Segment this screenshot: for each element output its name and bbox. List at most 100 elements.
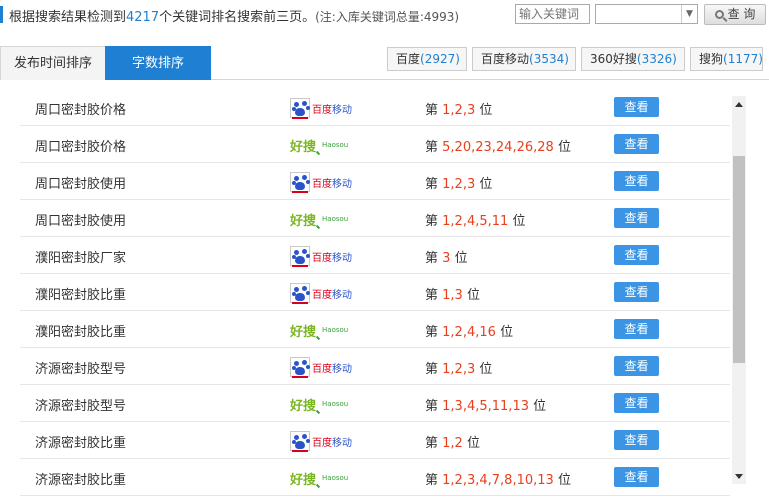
keyword-search-input[interactable] (515, 4, 590, 24)
rank-prefix: 第 (425, 473, 439, 488)
keyword-text: 济源密封胶比重 (35, 473, 127, 488)
ranking-list-inner: 周口密封胶价格 百度移动第 1,2,3 位查看 周口密封胶价格好搜 Haosou 第 5… (0, 89, 730, 496)
rank-suffix: 位 (466, 288, 480, 303)
rank-prefix: 第 (425, 214, 439, 229)
engine-filter-select[interactable]: ▼ (595, 4, 698, 24)
rank-positions: 第 1,2,3 位 (425, 358, 492, 377)
view-button[interactable]: 查看 (614, 467, 659, 487)
keyword-text: 周口密封胶价格 (35, 140, 127, 155)
engine-filter-sogou[interactable]: 搜狗(1177) (690, 47, 763, 71)
scrollbar-thumb[interactable] (733, 156, 745, 363)
rank-values: 3 (442, 251, 451, 266)
rank-values: 1,2,4,16 (442, 325, 496, 340)
engine-name: 百度移动 (481, 52, 530, 66)
haosou-logo-icon: 好搜 Haosou (290, 319, 354, 341)
table-row: 周口密封胶价格 百度移动 第 1,2,3 位 查看 (20, 89, 730, 126)
view-button[interactable]: 查看 (614, 430, 659, 450)
engine-count: (3326) (636, 52, 677, 66)
engine-name: 360好搜 (590, 52, 637, 66)
view-button[interactable]: 查看 (614, 356, 659, 376)
view-button[interactable]: 查看 (614, 97, 659, 117)
rank-values: 1,3 (442, 288, 463, 303)
keyword-text: 周口密封胶价格 (35, 103, 127, 118)
rank-suffix: 位 (533, 399, 547, 414)
table-row: 濮阳密封胶比重 好搜 Haosou 第 1,2,4,16 位 查看 (20, 311, 730, 348)
tab-word-count[interactable]: 字数排序 (105, 46, 211, 80)
view-button[interactable]: 查看 (614, 319, 659, 339)
view-button[interactable]: 查看 (614, 134, 659, 154)
rank-positions: 第 1,2,3 位 (425, 99, 492, 118)
rank-values: 1,2 (442, 436, 463, 451)
keyword-text: 濮阳密封胶比重 (35, 288, 127, 303)
baidu-paw-icon (290, 283, 310, 304)
table-row: 濮阳密封胶厂家 百度移动 第 3 位 查看 (20, 237, 730, 274)
rank-suffix: 位 (479, 177, 493, 192)
rank-suffix: 位 (512, 214, 526, 229)
baidu-mobile-logo-icon: 百度移动 (290, 356, 354, 378)
baidu-mobile-logo-icon: 百度移动 (290, 282, 354, 304)
list-scrollbar[interactable] (732, 96, 746, 484)
keyword-text: 濮阳密封胶厂家 (35, 251, 127, 266)
baidu-mobile-logo-text: 百度移动 (312, 437, 352, 449)
engine-count: (3534) (529, 52, 569, 66)
table-row: 济源密封胶型号 好搜 Haosou 第 1,3,4,5,11,13 位 查看 (20, 385, 730, 422)
engine-count: (1177) (723, 52, 763, 66)
rank-prefix: 第 (425, 251, 439, 266)
summary-marker (0, 6, 3, 23)
ranking-list: 周口密封胶价格 百度移动第 1,2,3 位查看 周口密封胶价格好搜 Haosou 第 5… (0, 81, 769, 502)
table-row: 济源密封胶比重 好搜 Haosou 第 1,2,3,4,7,8,10,13 位 查看 (20, 459, 730, 496)
search-icon (714, 10, 724, 19)
engine-name: 百度 (396, 52, 421, 66)
sort-tabs-bar: 发布时间排序 字数排序 百度(2927) 百度移动(3534) 360好搜(33… (0, 44, 769, 80)
baidu-mobile-logo-icon: 百度移动 (290, 430, 354, 452)
rank-suffix: 位 (557, 473, 571, 488)
chevron-down-icon[interactable]: ▼ (681, 5, 697, 23)
engine-count: (2927) (420, 52, 460, 66)
query-button[interactable]: 查 询 (704, 4, 766, 25)
rank-values: 1,2,4,5,11 (442, 214, 509, 229)
keyword-text: 周口密封胶使用 (35, 214, 127, 229)
rank-prefix: 第 (425, 140, 439, 155)
rank-positions: 第 1,2 位 (425, 432, 480, 451)
summary-suffix: 个关键词排名搜索前三页。 (159, 10, 316, 25)
keyword-text: 周口密封胶使用 (35, 177, 127, 192)
rank-suffix: 位 (479, 362, 493, 377)
view-button[interactable]: 查看 (614, 282, 659, 302)
engine-filter-baidu-mobile[interactable]: 百度移动(3534) (472, 47, 576, 71)
rank-suffix: 位 (466, 436, 480, 451)
rank-prefix: 第 (425, 103, 439, 118)
rank-values: 1,2,3 (442, 362, 476, 377)
tab-publish-time[interactable]: 发布时间排序 (0, 46, 106, 80)
table-row: 周口密封胶价格 好搜 Haosou 第 5,20,23,24,26,28 位 查看 (20, 126, 730, 163)
engine-filter-baidu[interactable]: 百度(2927) (387, 47, 467, 71)
haosou-logo-icon: 好搜 Haosou (290, 393, 354, 415)
query-button-label: 查 询 (727, 7, 756, 21)
baidu-mobile-logo-text: 百度移动 (312, 252, 352, 264)
rank-prefix: 第 (425, 399, 439, 414)
keyword-text: 济源密封胶比重 (35, 436, 127, 451)
rank-positions: 第 1,2,4,5,11 位 (425, 210, 525, 229)
view-button[interactable]: 查看 (614, 171, 659, 191)
scroll-up-arrow-icon[interactable] (735, 102, 743, 107)
rank-positions: 第 1,2,3 位 (425, 173, 492, 192)
baidu-paw-icon (290, 431, 310, 452)
rank-positions: 第 1,3,4,5,11,13 位 (425, 395, 546, 414)
rank-values: 1,2,3 (442, 103, 476, 118)
baidu-mobile-logo-icon: 百度移动 (290, 245, 354, 267)
rank-positions: 第 5,20,23,24,26,28 位 (425, 136, 571, 155)
scroll-down-arrow-icon[interactable] (735, 474, 743, 479)
rank-values: 1,3,4,5,11,13 (442, 399, 529, 414)
baidu-mobile-logo-text: 百度移动 (312, 104, 352, 116)
rank-positions: 第 1,2,4,16 位 (425, 321, 513, 340)
engine-name: 搜狗 (699, 52, 724, 66)
view-button[interactable]: 查看 (614, 208, 659, 228)
rank-prefix: 第 (425, 325, 439, 340)
baidu-paw-icon (290, 172, 310, 193)
rank-suffix: 位 (454, 251, 468, 266)
keyword-text: 济源密封胶型号 (35, 399, 127, 414)
keyword-text: 濮阳密封胶比重 (35, 325, 127, 340)
engine-filter-360haosou[interactable]: 360好搜(3326) (581, 47, 685, 71)
view-button[interactable]: 查看 (614, 245, 659, 265)
view-button[interactable]: 查看 (614, 393, 659, 413)
summary-note: (注:入库关键词总量:4993) (315, 10, 460, 24)
